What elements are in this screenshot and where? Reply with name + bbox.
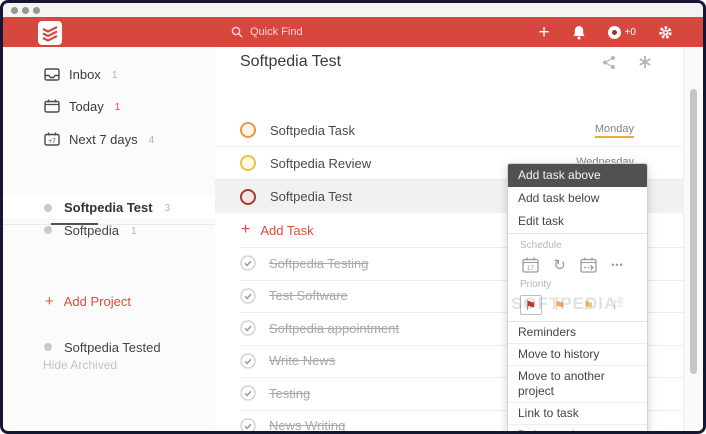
- close-window-button[interactable]: [11, 7, 18, 14]
- project-item-softpedia-tested-archived[interactable]: Softpedia Tested: [3, 336, 215, 358]
- menu-item-edit-task[interactable]: Edit task: [508, 210, 647, 233]
- next-7-days-count: 4: [149, 135, 155, 146]
- settings-gear-icon[interactable]: [658, 25, 673, 40]
- next-7-days-label: Next 7 days: [69, 132, 138, 147]
- sidebar: Inbox 1 Today 1 +7 Next 7 days 4: [3, 47, 216, 431]
- minimize-window-button[interactable]: [22, 7, 29, 14]
- project-color-dot: [44, 226, 52, 234]
- completed-task-name: Write News: [269, 353, 335, 368]
- priority-label: Priority: [508, 278, 647, 291]
- today-label: Today: [69, 99, 104, 114]
- inbox-label: Inbox: [69, 67, 101, 82]
- check-circle-icon[interactable]: [240, 320, 256, 336]
- project-count: 3: [165, 203, 171, 214]
- task-name: Softpedia Task: [270, 123, 581, 138]
- priority-1-flag-selected[interactable]: ⚑: [516, 295, 545, 315]
- quick-add-task-icon[interactable]: +: [538, 23, 549, 42]
- schedule-postpone-icon[interactable]: [574, 257, 603, 273]
- check-circle-icon[interactable]: [240, 353, 256, 369]
- sidebar-item-inbox[interactable]: Inbox 1: [3, 61, 215, 87]
- menu-item-reminders[interactable]: Reminders: [508, 322, 647, 343]
- page-title: Softpedia Test: [240, 53, 341, 71]
- flag-red-icon: ⚑: [525, 299, 537, 312]
- check-circle-icon[interactable]: [240, 385, 256, 401]
- sidebar-item-today[interactable]: Today 1: [3, 93, 215, 119]
- todoist-logo-icon[interactable]: [38, 21, 62, 45]
- calendar-day-number: 17: [527, 265, 535, 272]
- schedule-section: Schedule 17 ↻: [508, 234, 647, 321]
- schedule-date-icon[interactable]: 17: [516, 257, 545, 273]
- schedule-repeat-icon[interactable]: ↻: [545, 258, 574, 273]
- next7-badge: +7: [48, 138, 56, 145]
- share-project-icon[interactable]: [602, 55, 616, 70]
- completed-task-name: News Writing: [269, 418, 345, 433]
- project-actions-icon[interactable]: [638, 55, 652, 69]
- karma-menu[interactable]: +0: [608, 26, 636, 39]
- inbox-icon: [44, 68, 60, 81]
- inbox-count: 1: [112, 70, 118, 81]
- sidebar-item-next-7-days[interactable]: +7 Next 7 days 4: [3, 126, 215, 152]
- priority-3-flag[interactable]: ⚑: [574, 299, 603, 312]
- flag-orange-icon: ⚑: [554, 299, 566, 312]
- next-7-days-calendar-icon: +7: [44, 132, 60, 146]
- notifications-bell-icon[interactable]: [572, 25, 586, 40]
- scrollbar-thumb[interactable]: [690, 89, 697, 374]
- completed-task-name: Softpedia appointment: [269, 321, 399, 336]
- task-row[interactable]: Softpedia Task Monday: [215, 114, 684, 147]
- check-circle-icon[interactable]: [240, 255, 256, 271]
- flag-outline-icon: ⚐: [612, 299, 624, 312]
- app-header: Quick Find + +0: [3, 17, 703, 47]
- task-checkbox-priority2[interactable]: [240, 122, 256, 138]
- menu-item-delete-task[interactable]: Delete task: [508, 424, 647, 434]
- task-context-menu: Add task above Add task below Edit task …: [507, 163, 648, 434]
- task-checkbox-priority3[interactable]: [240, 155, 256, 171]
- menu-item-move-to-history[interactable]: Move to history: [508, 343, 647, 365]
- menu-item-add-task-below[interactable]: Add task below: [508, 187, 647, 210]
- schedule-more-icon[interactable]: •••: [603, 261, 632, 270]
- project-count: 1: [131, 226, 137, 237]
- app-window: Quick Find + +0 Inbox: [0, 0, 706, 434]
- today-count: 1: [115, 102, 121, 113]
- completed-task-name: Testing: [269, 386, 310, 401]
- project-color-dot: [44, 343, 52, 351]
- plus-icon: +: [45, 294, 54, 309]
- titlebar: [3, 3, 703, 17]
- completed-task-name: Softpedia Testing: [269, 256, 369, 271]
- completed-task-name: Test Software: [269, 288, 348, 303]
- priority-4-flag[interactable]: ⚐: [603, 299, 632, 312]
- quick-find-search[interactable]: Quick Find: [231, 22, 303, 42]
- project-name: Softpedia: [64, 223, 119, 238]
- project-color-dot: [44, 204, 52, 212]
- menu-item-link-to-task[interactable]: Link to task: [508, 402, 647, 424]
- today-calendar-icon: [44, 99, 60, 113]
- search-placeholder: Quick Find: [250, 26, 303, 38]
- priority-2-flag[interactable]: ⚑: [545, 299, 574, 312]
- todoist-logo-chevrons: [41, 24, 59, 42]
- zoom-window-button[interactable]: [33, 7, 40, 14]
- add-project-label: Add Project: [64, 294, 131, 309]
- flag-yellow-icon: ⚑: [583, 299, 595, 312]
- schedule-label: Schedule: [508, 239, 647, 252]
- check-circle-icon[interactable]: [240, 418, 256, 434]
- project-name: Softpedia Test: [64, 200, 153, 215]
- task-checkbox-priority1[interactable]: [240, 189, 256, 205]
- plus-icon: +: [241, 222, 250, 238]
- search-icon: [231, 26, 243, 38]
- karma-icon: [608, 26, 621, 39]
- hide-archived-link[interactable]: Hide Archived: [43, 358, 117, 372]
- project-item-softpedia[interactable]: Softpedia 1: [3, 219, 215, 241]
- menu-item-move-to-another-project[interactable]: Move to another project: [508, 365, 647, 402]
- menu-item-add-task-above[interactable]: Add task above: [508, 164, 647, 187]
- add-task-label: Add Task: [260, 223, 313, 238]
- project-name: Softpedia Tested: [64, 340, 161, 355]
- scrollbar-track[interactable]: [683, 47, 703, 431]
- due-date[interactable]: Monday: [595, 123, 634, 138]
- karma-count: +0: [625, 27, 636, 38]
- project-item-softpedia-test[interactable]: Softpedia Test 3: [3, 196, 215, 219]
- check-circle-icon[interactable]: [240, 288, 256, 304]
- add-project-button[interactable]: + Add Project: [3, 290, 215, 312]
